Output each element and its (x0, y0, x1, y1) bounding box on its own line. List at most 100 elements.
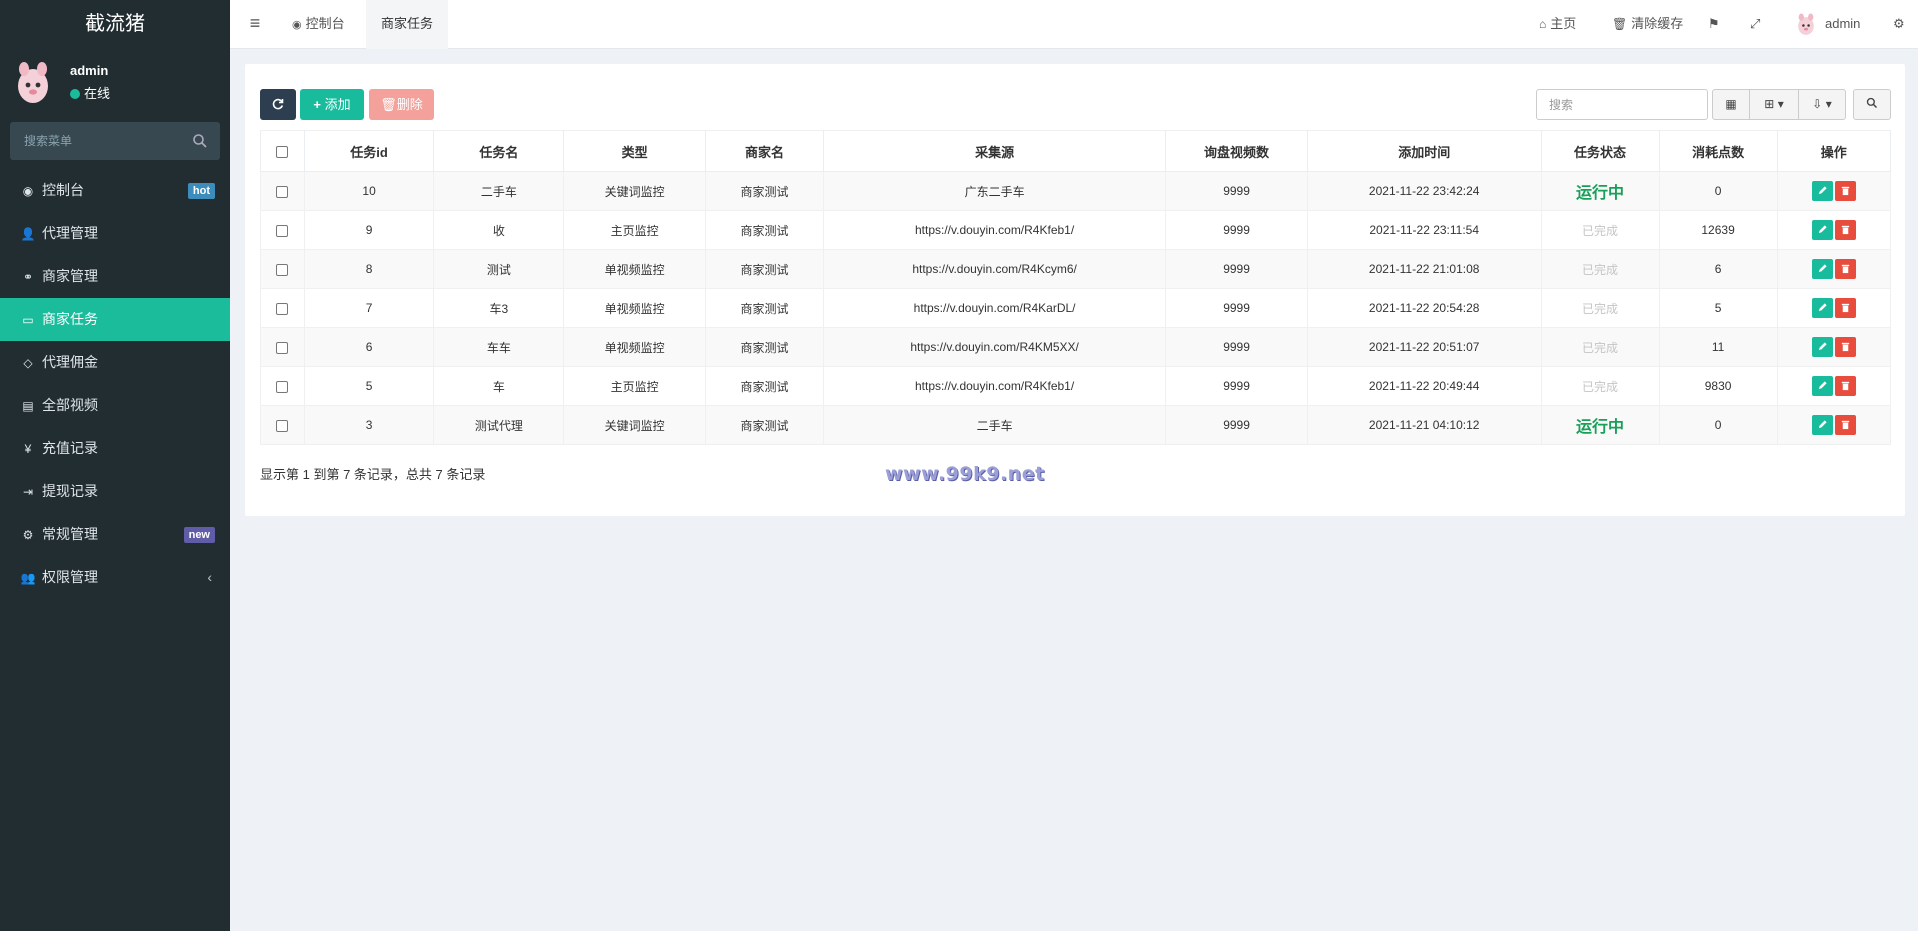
cell-source-value: 二手车 (976, 418, 1013, 433)
search-icon (1866, 97, 1878, 109)
sidebar-item-general[interactable]: ⚙ 常规管理 new (0, 513, 230, 556)
fullscreen-icon[interactable]: ⤢ (1750, 0, 1760, 49)
column-header[interactable]: 询盘视频数 (1165, 130, 1308, 172)
sidebar-item-recharge[interactable]: ¥ 充值记录 (0, 427, 230, 470)
search-button[interactable] (1853, 89, 1891, 120)
column-header[interactable]: 任务状态 (1540, 130, 1660, 172)
cell-type-value: 单视频监控 (604, 262, 665, 277)
top-navbar: ≡ ◉ 控制台 商家任务 ⌂ 主页 🗑 清除缓存 ⚑ ⤢ admin ⚙ (230, 0, 1918, 49)
pencil-icon (1818, 225, 1827, 234)
table-search-input[interactable] (1537, 90, 1707, 119)
refresh-button[interactable] (260, 89, 296, 120)
cell-points-value: 5 (1714, 301, 1722, 315)
cell-status-value: 已完成 (1582, 379, 1619, 394)
cell-count: 9999 (1165, 288, 1308, 328)
row-checkbox[interactable] (276, 263, 289, 276)
edit-button[interactable] (1811, 220, 1833, 240)
sidebar-item-agent[interactable]: 👤 代理管理 (0, 212, 230, 255)
delete-row-button[interactable] (1834, 259, 1856, 279)
menu-search-input[interactable] (10, 122, 220, 160)
edit-button[interactable] (1811, 337, 1833, 357)
delete-row-button[interactable] (1834, 298, 1856, 318)
edit-button[interactable] (1811, 298, 1833, 318)
export-button[interactable]: ⇩ ▾ (1798, 89, 1846, 120)
cogs-icon[interactable]: ⚙ (1893, 0, 1905, 49)
row-actions (1776, 210, 1892, 250)
search-icon[interactable] (192, 133, 208, 149)
row-checkbox[interactable] (276, 380, 289, 393)
sidebar-item-dashboard[interactable]: ◉ 控制台 hot (0, 169, 230, 212)
table-search (1536, 89, 1708, 120)
cell-count: 9999 (1165, 366, 1308, 406)
trash-icon: 🗑 (380, 97, 397, 112)
cell-status-value: 已完成 (1582, 301, 1619, 316)
file-video-icon: ▤ (22, 399, 34, 413)
sidebar-item-commission[interactable]: ◇ 代理佣金 (0, 341, 230, 384)
sidebar-item-merchant-task[interactable]: ▭ 商家任务 (0, 298, 230, 341)
row-select-cell (260, 366, 305, 406)
columns-button[interactable]: ⊞ ▾ (1749, 89, 1799, 120)
user-status: 在线 (70, 83, 110, 102)
column-header[interactable]: 类型 (563, 130, 706, 172)
sidebar-toggle-icon[interactable]: ≡ (238, 0, 272, 49)
cell-source: https://v.douyin.com/R4Kfeb1/ (822, 366, 1167, 406)
language-icon[interactable]: ⚑ (1708, 0, 1720, 49)
table-body: 10 二手车 关键词监控 商家测试 广东二手车 9999 2021-11-22 23:42:… (260, 171, 1892, 445)
cell-type: 主页监控 (563, 210, 706, 250)
clear-cache-button[interactable]: 🗑 清除缓存 (1612, 0, 1683, 49)
row-checkbox[interactable] (276, 185, 289, 198)
tab-merchant-task[interactable]: 商家任务 (366, 0, 449, 49)
task-table: 任务id 任务名 类型 商家名 采集源 询盘视频数 添加时间 任务状态 消耗点数… (260, 130, 1892, 445)
sidebar-item-withdraw[interactable]: ⇥ 提现记录 (0, 470, 230, 513)
row-checkbox[interactable] (276, 419, 289, 432)
chevron-left-icon: ‹ (207, 569, 212, 585)
sidebar-item-videos[interactable]: ▤ 全部视频 (0, 384, 230, 427)
cell-time: 2021-11-22 20:54:28 (1306, 288, 1542, 328)
cell-merchant: 商家测试 (704, 405, 824, 445)
home-link[interactable]: ⌂ 主页 (1539, 0, 1576, 49)
column-header[interactable]: 采集源 (822, 130, 1167, 172)
select-all-checkbox[interactable] (276, 146, 289, 159)
cell-count: 9999 (1165, 210, 1308, 250)
delete-row-button[interactable] (1834, 337, 1856, 357)
th-icon: ⊞ (1764, 97, 1775, 111)
trash-icon (1841, 342, 1849, 352)
app-logo[interactable]: 截流猪 (0, 0, 230, 49)
row-actions (1776, 171, 1892, 211)
user-menu[interactable]: admin (1795, 0, 1860, 49)
sidebar-item-permission[interactable]: 👥 权限管理 ‹ (0, 556, 230, 599)
row-actions (1776, 366, 1892, 406)
cell-type-value: 关键词监控 (604, 184, 665, 199)
delete-button[interactable]: 🗑删除 (369, 89, 434, 120)
row-checkbox[interactable] (276, 224, 289, 237)
column-header[interactable]: 任务名 (433, 130, 565, 172)
column-header[interactable]: 任务id (303, 130, 435, 172)
column-header[interactable]: 添加时间 (1306, 130, 1542, 172)
cell-source: 广东二手车 (822, 171, 1167, 211)
delete-row-button[interactable] (1834, 181, 1856, 201)
cell-merchant: 商家测试 (704, 327, 824, 367)
row-checkbox[interactable] (276, 302, 289, 315)
diamond-icon: ◇ (23, 356, 33, 370)
add-button[interactable]: + 添加 (300, 89, 364, 120)
edit-button[interactable] (1811, 259, 1833, 279)
edit-button[interactable] (1811, 415, 1833, 435)
user-panel: admin 在线 (0, 49, 230, 119)
cell-source-value: https://v.douyin.com/R4Kfeb1/ (914, 379, 1075, 393)
delete-row-button[interactable] (1834, 220, 1856, 240)
caret-down-icon: ▾ (1825, 97, 1832, 111)
delete-row-button[interactable] (1834, 376, 1856, 396)
toggle-view-button[interactable]: ▦ (1712, 89, 1750, 120)
sidebar-item-merchant[interactable]: ⚭ 商家管理 (0, 255, 230, 298)
edit-button[interactable] (1811, 181, 1833, 201)
edit-button[interactable] (1811, 376, 1833, 396)
column-header[interactable]: 消耗点数 (1658, 130, 1778, 172)
cell-id: 10 (303, 171, 435, 211)
row-checkbox[interactable] (276, 341, 289, 354)
cell-name-value: 测试 (486, 262, 511, 277)
delete-row-button[interactable] (1834, 415, 1856, 435)
cell-source: https://v.douyin.com/R4KM5XX/ (822, 327, 1167, 367)
table-row: 3 测试代理 关键词监控 商家测试 二手车 9999 2021-11-21 04:10:12… (260, 405, 1892, 445)
tab-dashboard[interactable]: ◉ 控制台 (277, 0, 360, 49)
column-header[interactable]: 商家名 (704, 130, 824, 172)
